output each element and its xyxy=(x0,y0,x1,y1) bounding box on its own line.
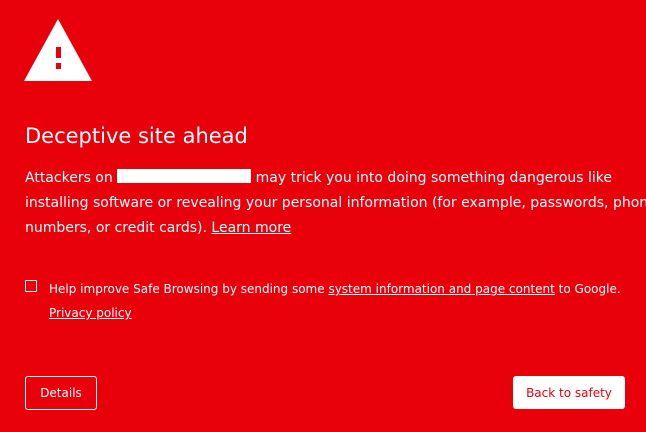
system-info-link[interactable]: system information and page content xyxy=(328,282,554,296)
warning-description: Attackers on may trick you into doing so… xyxy=(25,166,646,241)
back-to-safety-button[interactable]: Back to safety xyxy=(513,376,625,409)
description-prefix: Attackers on xyxy=(25,170,113,186)
safe-browsing-interstitial: Deceptive site ahead Attackers on may tr… xyxy=(0,0,646,432)
description-line-3-prefix: numbers, or credit cards). xyxy=(25,220,207,236)
learn-more-link[interactable]: Learn more xyxy=(211,220,291,236)
description-line-1: Attackers on may trick you into doing so… xyxy=(25,166,625,191)
description-line-3: numbers, or credit cards). Learn more xyxy=(25,216,625,241)
warning-triangle-icon xyxy=(24,19,92,81)
privacy-policy-link[interactable]: Privacy policy xyxy=(49,302,132,324)
redacted-site-url xyxy=(117,169,252,183)
page-title: Deceptive site ahead xyxy=(25,124,248,148)
safe-browsing-label[interactable]: Help improve Safe Browsing by sending so… xyxy=(49,278,621,300)
safe-browsing-checkbox[interactable] xyxy=(25,280,37,292)
description-line-2: installing software or revealing your pe… xyxy=(25,195,646,211)
label-prefix: Help improve Safe Browsing by sending so… xyxy=(49,282,329,296)
description-line-1-suffix: may trick you into doing something dange… xyxy=(251,170,613,186)
label-suffix: to Google. xyxy=(554,282,621,296)
details-button[interactable]: Details xyxy=(25,376,97,410)
